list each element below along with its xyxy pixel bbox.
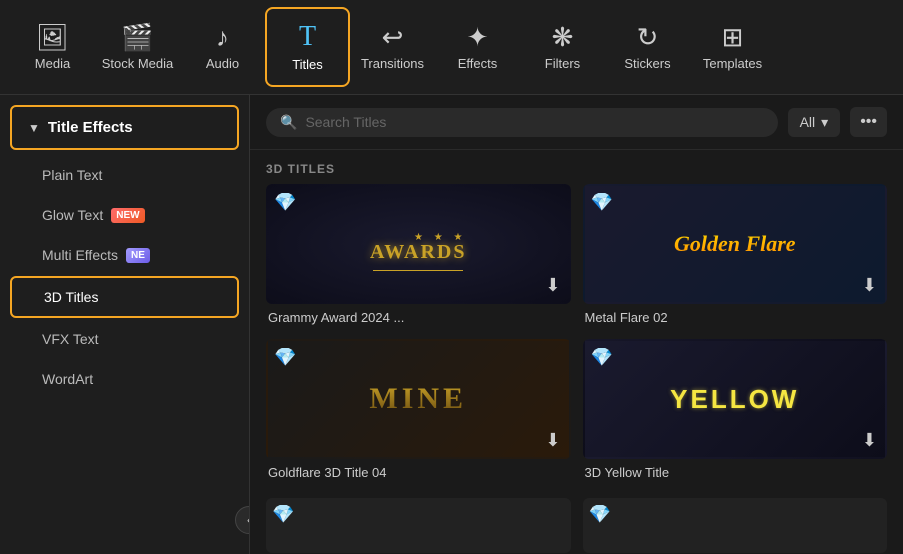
thumbnail-metal-flare: 💎 Golden Flare ⬇ <box>583 184 888 304</box>
item-label-grammy: Grammy Award 2024 ... <box>266 304 571 327</box>
thumbnail-goldflare: 💎 MINE ⬇ <box>266 339 571 459</box>
media-icon: 🖼 <box>36 24 69 50</box>
sidebar-item-wordart[interactable]: WordArt <box>10 360 239 398</box>
gem-icon-grammy: 💎 <box>274 192 296 213</box>
sidebar: ▼ Title Effects Plain Text Glow Text NEW… <box>0 95 250 554</box>
golden-text: Golden Flare <box>674 231 796 257</box>
effects-icon: ✦ <box>467 24 489 50</box>
search-input[interactable] <box>305 114 763 130</box>
nav-item-transitions[interactable]: ↩ Transitions <box>350 7 435 87</box>
item-label-goldflare: Goldflare 3D Title 04 <box>266 459 571 482</box>
partial-thumb-1[interactable]: 💎 <box>266 498 571 553</box>
stickers-icon: ↻ <box>637 24 659 50</box>
item-label-yellow: 3D Yellow Title <box>583 459 888 482</box>
sidebar-item-vfx-text[interactable]: VFX Text <box>10 320 239 358</box>
chevron-down-icon: ▾ <box>821 114 828 131</box>
download-icon-grammy[interactable]: ⬇ <box>545 275 560 296</box>
badge-ne: NE <box>126 248 150 263</box>
sidebar-item-3d-titles[interactable]: 3D Titles <box>10 276 239 318</box>
awards-underline <box>373 270 463 271</box>
gem-icon-yellow: 💎 <box>591 347 613 368</box>
chevron-down-icon: ▼ <box>28 121 40 135</box>
badge-new: NEW <box>111 208 144 223</box>
titles-icon: T <box>299 23 316 51</box>
download-icon-goldflare[interactable]: ⬇ <box>545 430 560 451</box>
main-layout: ▼ Title Effects Plain Text Glow Text NEW… <box>0 95 903 554</box>
nav-item-titles[interactable]: T Titles <box>265 7 350 87</box>
nav-item-templates[interactable]: ⊞ Templates <box>690 7 775 87</box>
grid-item-yellow[interactable]: 💎 YELLOW ⬇ 3D Yellow Title <box>583 339 888 482</box>
download-icon-yellow[interactable]: ⬇ <box>862 430 877 451</box>
gem-icon-metal-flare: 💎 <box>591 192 613 213</box>
filters-icon: ❋ <box>552 24 574 50</box>
download-icon-metal-flare[interactable]: ⬇ <box>862 275 877 296</box>
gem-icon-goldflare: 💎 <box>274 347 296 368</box>
more-icon: ••• <box>860 113 877 130</box>
section-label-3d-titles: 3D TITLES <box>250 150 903 184</box>
stars-deco: ★ ★ ★ <box>414 232 466 243</box>
item-label-metal-flare: Metal Flare 02 <box>583 304 888 327</box>
awards-text: AWARDS <box>370 241 466 264</box>
thumbnail-grammy: 💎 ★ ★ ★ AWARDS ⬇ <box>266 184 571 304</box>
nav-item-effects[interactable]: ✦ Effects <box>435 7 520 87</box>
partial-bottom-row: 💎 💎 <box>250 498 903 554</box>
nav-item-stickers[interactable]: ↻ Stickers <box>605 7 690 87</box>
sidebar-section-title-effects[interactable]: ▼ Title Effects <box>10 105 239 150</box>
yellow-text: YELLOW <box>670 384 799 415</box>
filter-dropdown[interactable]: All ▾ <box>788 108 841 137</box>
grid-item-metal-flare[interactable]: 💎 Golden Flare ⬇ Metal Flare 02 <box>583 184 888 327</box>
sidebar-item-multi-effects[interactable]: Multi Effects NE <box>10 236 239 274</box>
items-grid: 💎 ★ ★ ★ AWARDS ⬇ Grammy Award 2024 ... 💎… <box>250 184 903 498</box>
gem-icon-partial-1: 💎 <box>272 504 294 525</box>
partial-thumb-2[interactable]: 💎 <box>583 498 888 553</box>
audio-icon: ♪ <box>216 24 229 50</box>
nav-item-stock-media[interactable]: 🎬 Stock Media <box>95 7 180 87</box>
nav-item-audio[interactable]: ♪ Audio <box>180 7 265 87</box>
thumbnail-yellow: 💎 YELLOW ⬇ <box>583 339 888 459</box>
grid-item-goldflare[interactable]: 💎 MINE ⬇ Goldflare 3D Title 04 <box>266 339 571 482</box>
gem-icon-partial-2: 💎 <box>589 504 611 525</box>
nav-item-filters[interactable]: ❋ Filters <box>520 7 605 87</box>
grid-item-grammy[interactable]: 💎 ★ ★ ★ AWARDS ⬇ Grammy Award 2024 ... <box>266 184 571 327</box>
search-input-wrapper[interactable]: 🔍 <box>266 108 778 137</box>
more-options-button[interactable]: ••• <box>850 107 887 137</box>
search-icon: 🔍 <box>280 114 297 131</box>
sidebar-item-glow-text[interactable]: Glow Text NEW <box>10 196 239 234</box>
mine-text: MINE <box>369 382 467 416</box>
search-bar: 🔍 All ▾ ••• <box>250 95 903 150</box>
top-navigation: 🖼 Media 🎬 Stock Media ♪ Audio T Titles ↩… <box>0 0 903 95</box>
content-area: 🔍 All ▾ ••• 3D TITLES 💎 ★ ★ ★ AWARD <box>250 95 903 554</box>
templates-icon: ⊞ <box>722 24 744 50</box>
stock-media-icon: 🎬 <box>121 24 153 50</box>
collapse-sidebar-button[interactable]: ‹ <box>235 506 250 534</box>
nav-item-media[interactable]: 🖼 Media <box>10 7 95 87</box>
transitions-icon: ↩ <box>382 24 404 50</box>
sidebar-item-plain-text[interactable]: Plain Text <box>10 156 239 194</box>
